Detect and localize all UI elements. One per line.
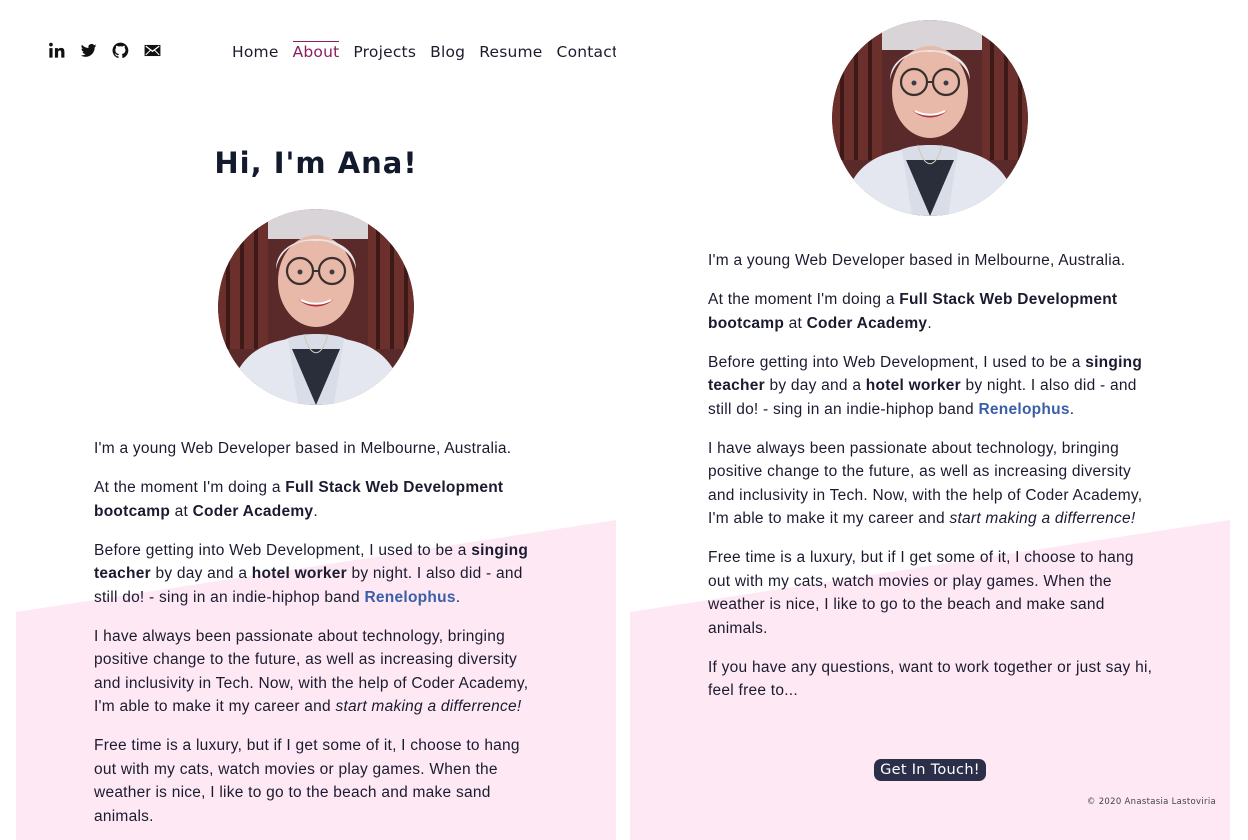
profile-photo: [832, 20, 1028, 216]
main-nav: Home About Projects Blog Resume Contact: [232, 41, 616, 61]
about-paragraph-5: Free time is a luxury, but if I get some…: [708, 549, 1134, 637]
nav-blog[interactable]: Blog: [430, 43, 465, 61]
about-paragraph-2: At the moment I'm doing a Full Stack Web…: [708, 291, 1118, 332]
twitter-icon[interactable]: [77, 39, 99, 61]
about-paragraph-3: Before getting into Web Development, I u…: [708, 353, 1143, 418]
about-text: I'm a young Web Developer based in Melbo…: [708, 249, 1160, 718]
linkedin-icon[interactable]: [45, 39, 67, 61]
copyright-text: © 2020 Anastasia Lastoviria: [1086, 797, 1216, 807]
about-paragraph-1: I'm a young Web Developer based in Melbo…: [94, 440, 512, 457]
nav-about[interactable]: About: [292, 41, 340, 61]
about-paragraph-3: Before getting into Web Development, I u…: [94, 541, 529, 606]
about-paragraph-4: I have always been passionate about tech…: [708, 439, 1143, 528]
page-view-bottom: I'm a young Web Developer based in Melbo…: [630, 0, 1230, 840]
email-icon[interactable]: [141, 39, 163, 61]
github-icon[interactable]: [109, 39, 131, 61]
page-view-top: Home About Projects Blog Resume Contact …: [16, 0, 616, 840]
about-paragraph-6: If you have any questions, want to work …: [708, 658, 1153, 700]
nav-home[interactable]: Home: [232, 43, 279, 61]
page-title: Hi, I'm Ana!: [214, 146, 418, 180]
social-links: [45, 39, 163, 61]
about-paragraph-5: Free time is a luxury, but if I get some…: [94, 737, 520, 825]
about-paragraph-1: I'm a young Web Developer based in Melbo…: [708, 252, 1126, 269]
get-in-touch-button[interactable]: Get In Touch!: [874, 759, 986, 781]
about-paragraph-2: At the moment I'm doing a Full Stack Web…: [94, 479, 504, 520]
about-text: I'm a young Web Developer based in Melbo…: [94, 437, 546, 840]
renelophus-link[interactable]: Renelophus: [364, 589, 455, 606]
nav-projects[interactable]: Projects: [353, 43, 416, 61]
cta-container: Get In Touch!: [630, 759, 1230, 781]
about-paragraph-4: I have always been passionate about tech…: [94, 627, 529, 716]
renelophus-link[interactable]: Renelophus: [978, 401, 1069, 418]
nav-resume[interactable]: Resume: [479, 43, 542, 61]
nav-contact[interactable]: Contact: [557, 43, 616, 61]
profile-photo: [218, 209, 414, 405]
